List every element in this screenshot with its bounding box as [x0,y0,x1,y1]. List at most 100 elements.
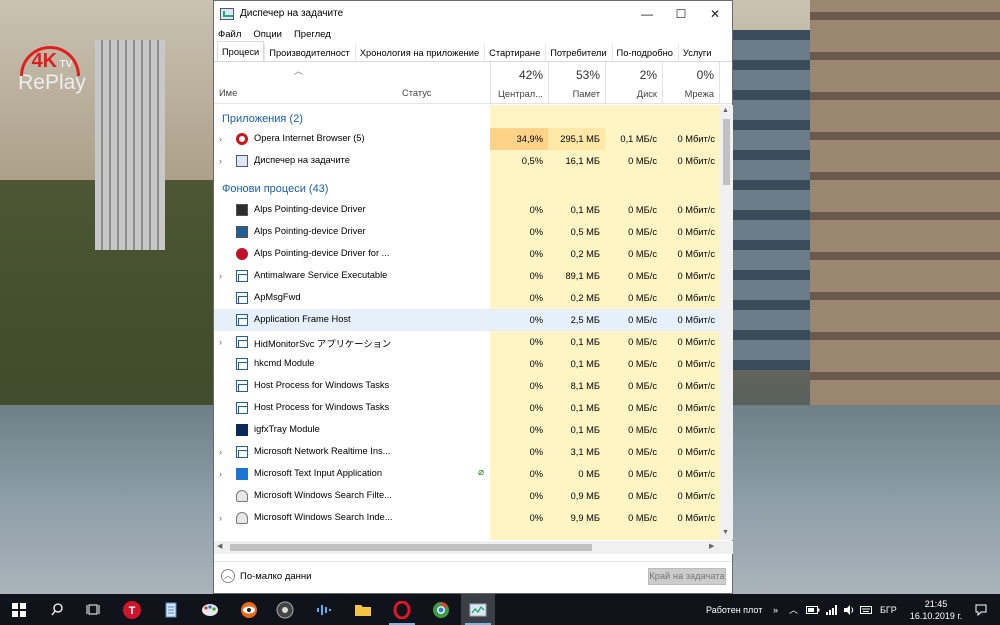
process-name: Host Process for Windows Tasks [254,380,390,390]
tab-startup[interactable]: Стартиране [484,43,545,61]
process-mem: 3,1 МБ [570,447,600,457]
cpu-total: 42% [518,68,543,82]
tab-performance[interactable]: Производителност [264,43,355,61]
chevron-up-icon[interactable]: ︿ [221,569,235,583]
chevron-right-icon[interactable]: › [219,156,222,166]
vertical-scroll-thumb[interactable] [723,119,730,185]
opera-taskbar-icon[interactable] [385,594,419,625]
wallpaper-building-glass [732,30,822,370]
window-icon [236,314,248,326]
process-row[interactable]: Alps Pointing-device Driver 0% 0,5 МБ 0 МБ/… [214,221,720,243]
tab-users[interactable]: Потребители [545,43,611,61]
desktop-toolbar-label[interactable]: Работен плот [706,594,762,625]
task-manager-taskbar-icon[interactable] [461,594,495,625]
process-disk: 0 МБ/с [628,425,657,435]
menu-file[interactable]: Файл [218,29,241,40]
task-manager-window: Диспечер на задачите — ☐ ✕ Файл Опции Пр… [213,0,733,594]
paint-icon[interactable] [193,594,227,625]
process-row[interactable]: Host Process for Windows Tasks 0% 0,1 МБ 0 … [214,397,720,419]
maximize-button[interactable]: ☐ [664,1,698,26]
process-mem: 0,2 МБ [570,249,600,259]
chevron-right-icon[interactable]: › [219,447,222,457]
scroll-down-icon[interactable]: ▼ [722,529,729,536]
battery-icon[interactable] [806,594,820,625]
eye-app-icon[interactable] [232,594,266,625]
horizontal-scroll-thumb[interactable] [230,544,592,551]
process-cpu: 0% [529,469,543,479]
audio-app-icon[interactable] [307,594,341,625]
column-memory[interactable]: 53% Памет [548,62,605,104]
process-row[interactable]: Alps Pointing-device Driver for ... 0% 0,2… [214,243,720,265]
start-button[interactable] [2,594,36,625]
column-disk[interactable]: 2% Диск [605,62,662,104]
scroll-left-icon[interactable]: ◀ [217,542,222,550]
process-row[interactable]: Alps Pointing-device Driver 0% 0,1 МБ 0 МБ/… [214,199,720,221]
process-mem: 0,1 МБ [570,337,600,347]
process-mem: 0 МБ [578,469,600,479]
input-language[interactable]: БГР [880,594,897,625]
process-row[interactable]: › Microsoft Network Realtime Ins... 0% 3,1 … [214,441,720,463]
taskbar: T Работен плот » ︿ БГР 21:45 16.10.2019 … [0,594,1000,625]
process-row[interactable]: hkcmd Module 0% 0,1 МБ 0 МБ/с 0 Мбит/с [214,353,720,375]
title-bar[interactable]: Диспечер на задачите — ☐ ✕ [214,1,732,26]
keyboard-icon[interactable] [860,594,872,625]
process-net: 0 Мбит/с [677,359,715,369]
clock[interactable]: 21:45 16.10.2019 г. [905,598,967,622]
media-player-icon[interactable] [268,594,302,625]
end-task-button[interactable]: Край на задачата [648,568,726,585]
process-row[interactable]: Host Process for Windows Tasks 0% 8,1 МБ 0 … [214,375,720,397]
group-apps[interactable]: Приложения (2) [222,113,303,125]
minimize-button[interactable]: — [630,1,664,26]
scroll-right-icon[interactable]: ▶ [709,542,714,550]
file-explorer-icon[interactable] [346,594,380,625]
process-row[interactable]: › Microsoft Text Input Application ⌀ 0% 0 МБ… [214,463,720,485]
task-view-icon[interactable] [76,594,110,625]
close-button[interactable]: ✕ [698,1,732,26]
chrome-icon[interactable] [424,594,458,625]
volume-icon[interactable] [843,594,855,625]
tab-services[interactable]: Услуги [677,43,717,61]
toolbar-expand-icon[interactable]: » [773,594,778,625]
search-icon[interactable] [40,594,74,625]
chevron-right-icon[interactable]: › [219,271,222,281]
app-t-icon[interactable]: T [115,594,149,625]
process-row[interactable]: › Microsoft Windows Search Inde... 0% 9,9 М… [214,507,720,529]
notifications-icon[interactable] [975,594,987,625]
column-network[interactable]: 0% Мрежа [662,62,719,104]
chevron-right-icon[interactable]: › [219,469,222,479]
process-row[interactable]: Microsoft Windows Search Filte... 0% 0,9 М… [214,485,720,507]
process-row[interactable]: › Opera Internet Browser (5) 34,9% 295,1 МБ… [214,128,720,150]
wifi-icon[interactable] [826,594,838,625]
column-status[interactable]: Статус [402,88,431,98]
menu-view[interactable]: Преглед [294,29,331,40]
process-row[interactable]: › Antimalware Service Executable 0% 89,1 МБ… [214,265,720,287]
tab-processes[interactable]: Процеси [217,41,265,61]
column-cpu[interactable]: 42% Централ... [490,62,548,104]
tab-details[interactable]: По-подробно [611,43,678,61]
tab-app-history[interactable]: Хронология на приложение [354,43,484,61]
process-row[interactable]: igfxTray Module 0% 0,1 МБ 0 МБ/с 0 Мбит/с [214,419,720,441]
process-net: 0 Мбит/с [677,381,715,391]
process-row[interactable]: › HidMonitorSvc アプリケーション 0% 0,1 МБ 0 МБ/с 0 М… [214,331,720,353]
notepad-icon[interactable] [154,594,188,625]
column-name[interactable]: Име [219,88,237,98]
scroll-up-icon[interactable]: ▲ [722,107,729,114]
process-row[interactable]: Application Frame Host 0% 2,5 МБ 0 МБ/с 0 Мб… [214,309,720,331]
chevron-right-icon[interactable]: › [219,134,222,144]
process-disk: 0,1 МБ/с [620,134,657,144]
window-icon [236,402,248,414]
show-hidden-icons-icon[interactable]: ︿ [789,594,798,625]
wallpaper-tower [95,40,165,250]
memory-total: 53% [575,68,600,82]
chevron-right-icon[interactable]: › [219,513,222,523]
process-mem: 0,1 МБ [570,425,600,435]
tab-bar: Процеси Производителност Хронология на п… [214,41,732,62]
process-row[interactable]: ApMsgFwd 0% 0,2 МБ 0 МБ/с 0 Мбит/с [214,287,720,309]
process-row[interactable]: › Диспечер на задачите 0,5% 16,1 МБ 0 МБ/с 0 … [214,150,720,172]
chevron-right-icon[interactable]: › [219,337,222,347]
group-background[interactable]: Фонови процеси (43) [222,183,328,195]
menu-options[interactable]: Опции [253,29,282,40]
vertical-scrollbar[interactable]: ▲ ▼ [720,105,733,540]
horizontal-scrollbar[interactable]: ◀ ▶ [214,541,733,554]
fewer-details-link[interactable]: По-малко данни [240,571,311,582]
